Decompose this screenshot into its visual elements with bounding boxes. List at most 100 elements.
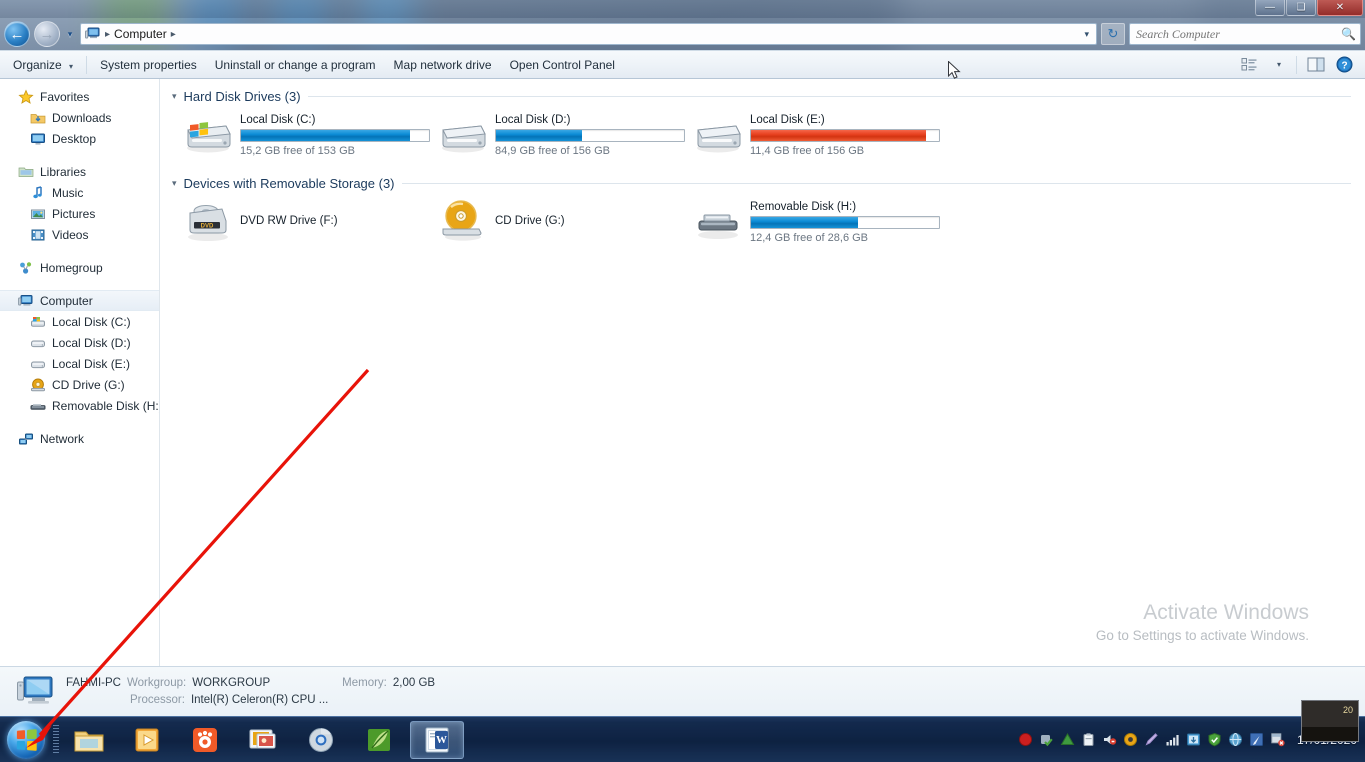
sidebar-item-downloads[interactable]: Downloads <box>0 107 159 128</box>
taskbar-button-media-player[interactable] <box>120 721 174 759</box>
capacity-bar <box>750 216 940 229</box>
address-dropdown-button[interactable]: ▾ <box>1079 29 1094 40</box>
shield-green-icon[interactable] <box>1207 732 1222 747</box>
breadcrumb-separator-1[interactable]: ▸ <box>170 29 177 40</box>
drive-tile-removable-disk-h[interactable]: Removable Disk (H:) 12,4 GB free of 28,6… <box>692 195 947 257</box>
collapse-triangle-icon[interactable]: ▾ <box>172 91 177 102</box>
preview-pane-icon[interactable] <box>1303 54 1329 76</box>
taskbar-button-file-explorer[interactable] <box>62 721 116 759</box>
drive-tile-cd-drive-g[interactable]: CD Drive (G:) <box>437 195 692 257</box>
sidebar-item-label: Homegroup <box>40 260 103 275</box>
sidebar-item-libraries[interactable]: Libraries <box>0 161 159 182</box>
green-leaf-icon <box>363 725 395 755</box>
close-button[interactable]: ✕ <box>1317 0 1363 16</box>
uninstall-or-change-program-button[interactable]: Uninstall or change a program <box>206 54 385 76</box>
sidebar-item-favorites[interactable]: Favorites <box>0 86 159 107</box>
drive-icon <box>30 356 46 372</box>
taskbar-app-buttons: W <box>62 720 464 759</box>
nav-group-libraries: Libraries Music Pictures Videos <box>0 161 159 245</box>
change-view-icon[interactable] <box>1236 54 1262 76</box>
drive-free-space: 84,9 GB free of 156 GB <box>495 145 610 157</box>
sidebar-item-label: Videos <box>52 227 89 242</box>
sidebar-item-removable-disk-h[interactable]: Removable Disk (H:) <box>0 395 159 416</box>
search-input[interactable] <box>1136 26 1342 42</box>
memory-value: 2,00 GB <box>392 676 436 689</box>
file-list-pane[interactable]: ▾ Hard Disk Drives (3) Local Disk (C:) 1… <box>160 79 1365 666</box>
forward-button[interactable]: → <box>34 21 60 47</box>
sidebar-item-desktop[interactable]: Desktop <box>0 128 159 149</box>
navigation-pane[interactable]: Favorites Downloads Desktop Libraries Mu… <box>0 79 160 666</box>
collapse-triangle-icon[interactable]: ▾ <box>172 178 177 189</box>
sidebar-item-cd-drive-g[interactable]: CD Drive (G:) <box>0 374 159 395</box>
change-view-dropdown-button[interactable]: ▾ <box>1264 54 1290 76</box>
globe-icon[interactable] <box>1228 732 1243 747</box>
blue-arrow-icon[interactable] <box>1249 732 1264 747</box>
flag-icon[interactable] <box>1270 732 1285 747</box>
triangle-icon[interactable] <box>1060 732 1075 747</box>
update-icon[interactable] <box>1186 732 1201 747</box>
refresh-icon[interactable]: ↻ <box>1101 23 1125 45</box>
recorder-icon[interactable] <box>1018 732 1033 747</box>
details-pane: FAHMI-PC Workgroup: WORKGROUP Memory: 2,… <box>0 666 1365 716</box>
open-control-panel-button[interactable]: Open Control Panel <box>501 54 624 76</box>
drive-tile-local-disk-d[interactable]: Local Disk (D:) 84,9 GB free of 156 GB <box>437 108 692 170</box>
back-button[interactable]: ← <box>4 21 30 47</box>
drive-tile-local-disk-e[interactable]: Local Disk (E:) 11,4 GB free of 156 GB <box>692 108 947 170</box>
taskbar-button-green-app[interactable] <box>352 721 406 759</box>
details-row-primary: FAHMI-PC Workgroup: WORKGROUP Memory: 2,… <box>66 675 435 692</box>
system-properties-button[interactable]: System properties <box>91 54 206 76</box>
breadcrumb[interactable]: ▸ Computer ▸ ▾ <box>80 23 1097 45</box>
sidebar-item-label: Local Disk (D:) <box>52 335 131 350</box>
title-bar[interactable]: — ❑ ✕ <box>0 0 1365 18</box>
help-icon[interactable]: ? <box>1331 54 1357 76</box>
windows-drive-icon <box>30 314 46 330</box>
nav-group-network: Network <box>0 428 159 449</box>
map-network-drive-button[interactable]: Map network drive <box>385 54 501 76</box>
sidebar-item-local-disk-e[interactable]: Local Disk (E:) <box>0 353 159 374</box>
sidebar-item-label: Removable Disk (H:) <box>52 398 160 413</box>
workgroup-label: Workgroup: <box>126 676 187 689</box>
sidebar-item-music[interactable]: Music <box>0 182 159 203</box>
speaker-icon[interactable] <box>1102 732 1117 747</box>
minimize-button[interactable]: — <box>1255 0 1285 16</box>
group-header[interactable]: ▾ Devices with Removable Storage (3) <box>160 170 1365 195</box>
group-header[interactable]: ▾ Hard Disk Drives (3) <box>160 83 1365 108</box>
taskbar: W <box>0 716 1365 762</box>
taskbar-button-word[interactable]: W <box>410 720 464 759</box>
start-orb[interactable] <box>2 718 50 762</box>
activate-windows-watermark: Activate Windows Go to Settings to activ… <box>1096 600 1309 646</box>
signal-icon[interactable] <box>1165 732 1180 747</box>
breadcrumb-item-computer[interactable]: Computer <box>114 27 167 41</box>
svg-text:?: ? <box>1341 60 1347 71</box>
windows-drive-icon <box>182 112 234 156</box>
clipboard-icon[interactable] <box>1081 732 1096 747</box>
antivirus-icon[interactable] <box>1123 732 1138 747</box>
sidebar-item-computer[interactable]: Computer <box>0 290 159 311</box>
sidebar-item-local-disk-c[interactable]: Local Disk (C:) <box>0 311 159 332</box>
sidebar-item-homegroup[interactable]: Homegroup <box>0 257 159 278</box>
taskbar-button-gnome-app[interactable] <box>178 721 232 759</box>
sidebar-item-local-disk-d[interactable]: Local Disk (D:) <box>0 332 159 353</box>
organize-button[interactable]: Organize ▾ <box>4 54 82 76</box>
group-rule <box>307 96 1351 97</box>
drive-tile-dvd-rw-f[interactable]: DVD DVD RW Drive (F:) <box>182 195 437 257</box>
sidebar-item-pictures[interactable]: Pictures <box>0 203 159 224</box>
search-box[interactable]: 🔍 <box>1129 23 1361 45</box>
drive-grid: DVD DVD RW Drive (F:) CD Drive (G:) Remo… <box>160 195 1365 257</box>
computer-name: FAHMI-PC <box>66 676 121 689</box>
taskbar-button-chrome[interactable] <box>294 721 348 759</box>
capacity-bar <box>240 129 430 142</box>
maximize-button[interactable]: ❑ <box>1286 0 1316 16</box>
drive-info: Local Disk (C:) 15,2 GB free of 153 GB <box>240 112 437 157</box>
pen-icon[interactable] <box>1144 732 1159 747</box>
sidebar-item-videos[interactable]: Videos <box>0 224 159 245</box>
taskbar-button-photo-viewer[interactable] <box>236 721 290 759</box>
recent-pages-button[interactable]: ▾ <box>64 29 76 40</box>
search-icon[interactable]: 🔍 <box>1341 27 1356 41</box>
drive-tile-local-disk-c[interactable]: Local Disk (C:) 15,2 GB free of 153 GB <box>182 108 437 170</box>
network-icon <box>18 431 34 447</box>
sidebar-item-network[interactable]: Network <box>0 428 159 449</box>
driver-check-icon[interactable] <box>1039 732 1054 747</box>
computer-icon <box>85 27 101 41</box>
word-icon: W <box>421 725 453 755</box>
